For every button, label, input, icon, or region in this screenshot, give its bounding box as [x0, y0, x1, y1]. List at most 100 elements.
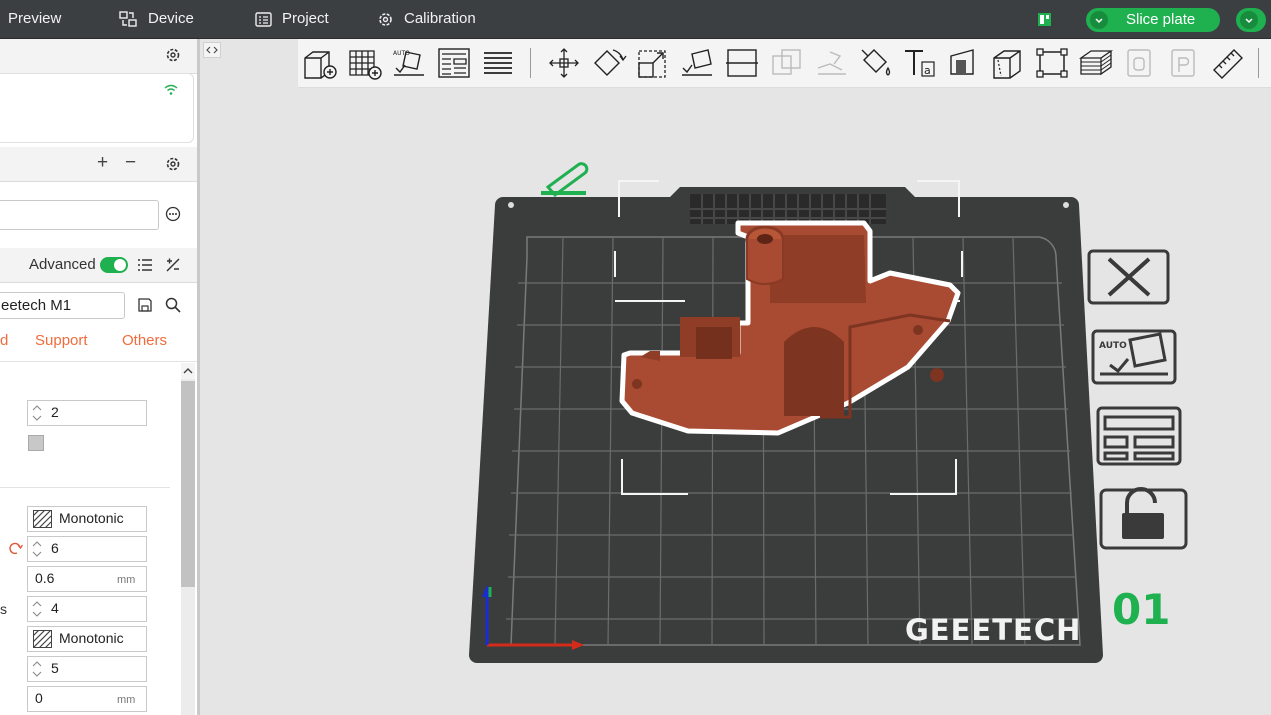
list-icon[interactable]: [137, 258, 153, 272]
settings-sidebar: + − Advanced eetech M1 d Support Others …: [0, 39, 197, 715]
add-plate-icon[interactable]: [347, 46, 383, 80]
boolean-icon: [772, 49, 801, 75]
add-object-icon[interactable]: [302, 46, 338, 80]
delete-plate-button[interactable]: [1087, 249, 1170, 305]
top-thickness-input[interactable]: 0.6 mm: [27, 566, 147, 592]
device-icon: [119, 11, 137, 27]
export-button[interactable]: [1236, 8, 1266, 32]
scroll-up-button[interactable]: [181, 363, 195, 379]
slice-dropdown-icon[interactable]: [1090, 11, 1108, 29]
unit-label: mm: [117, 574, 136, 586]
compare-icon[interactable]: [165, 257, 181, 273]
tab-speed[interactable]: d: [0, 332, 8, 349]
pattern-icon: [33, 630, 52, 648]
top-thickness-value: 0.6: [35, 570, 55, 586]
bottom-thickness-value: 0: [35, 690, 43, 706]
variable-layer-icon[interactable]: [1078, 46, 1114, 80]
calibration-icon: [379, 13, 392, 26]
measure-icon[interactable]: [1210, 46, 1246, 80]
scale-icon[interactable]: [635, 46, 671, 80]
3d-viewport[interactable]: GEEETECH AUTO 01: [200, 87, 1271, 715]
auto-orient-icon[interactable]: AUTO: [392, 46, 428, 80]
tab-device[interactable]: Device: [148, 0, 194, 38]
add-filament-button[interactable]: +: [97, 152, 108, 174]
viewport-corner: [200, 39, 298, 87]
bottom-thickness-input[interactable]: 0 mm: [27, 686, 147, 712]
plate-number: 01: [1112, 585, 1170, 634]
top-layers-value: 6: [51, 540, 59, 556]
layers-icon[interactable]: [480, 46, 516, 80]
wall-loops-input[interactable]: 2: [27, 400, 147, 426]
top-pattern-select[interactable]: Monotonic: [27, 506, 147, 532]
preset-name: eetech M1: [1, 297, 72, 314]
filament-combo[interactable]: [0, 200, 159, 230]
top-pattern-value: Monotonic: [59, 510, 124, 526]
pattern-icon: [33, 510, 52, 528]
plate-name-edit-icon[interactable]: [541, 162, 589, 198]
tab-support[interactable]: Support: [35, 332, 88, 349]
advanced-label: Advanced: [29, 256, 96, 273]
divider: [0, 361, 197, 362]
process-preset-combo[interactable]: eetech M1: [0, 292, 125, 319]
reset-icon[interactable]: [9, 542, 23, 556]
gear-icon[interactable]: [165, 47, 181, 63]
export-dropdown-icon[interactable]: [1240, 11, 1258, 29]
publish-icon: [1171, 49, 1195, 77]
process-section-header: Advanced: [0, 248, 197, 283]
brand-logo: GEEETECH: [905, 613, 1081, 647]
text-icon[interactable]: a: [902, 46, 938, 80]
top-menu-bar: Preview Device Project Calibration Slice…: [0, 0, 1271, 39]
bottom-pattern-value: Monotonic: [59, 630, 124, 646]
tab-others[interactable]: Others: [122, 332, 167, 349]
height-range-icon[interactable]: [946, 46, 982, 80]
collapse-sidebar-button[interactable]: [203, 42, 221, 58]
move-icon[interactable]: [546, 46, 582, 80]
gear-icon[interactable]: [165, 156, 181, 172]
layout-icon[interactable]: [1037, 12, 1052, 27]
detect-wall-checkbox[interactable]: [28, 435, 44, 451]
wifi-icon: [164, 84, 178, 95]
remove-filament-button[interactable]: −: [125, 152, 136, 174]
cut-icon[interactable]: [724, 46, 760, 80]
wall-loops-value: 2: [51, 404, 59, 420]
advanced-toggle[interactable]: [100, 257, 128, 273]
arrange-plate-button[interactable]: [1096, 406, 1182, 466]
svg-text:AUTO: AUTO: [1099, 341, 1127, 351]
arrange-icon[interactable]: [436, 46, 472, 80]
filament-section-header: + −: [0, 147, 197, 182]
3d-toolbar: AUTO a: [298, 39, 1271, 88]
tab-preview[interactable]: Preview: [8, 0, 61, 38]
divider: [0, 487, 170, 488]
fit-view-icon[interactable]: [1034, 46, 1070, 80]
bottom-shell-layers-value: 5: [51, 660, 59, 676]
project-icon: [255, 12, 272, 27]
lay-on-face-icon[interactable]: [680, 46, 716, 80]
auto-orient-plate-button[interactable]: AUTO: [1091, 329, 1177, 385]
bottom-shell-layers-input[interactable]: 5: [27, 656, 147, 682]
search-icon[interactable]: [165, 297, 181, 313]
svg-text:a: a: [924, 64, 931, 77]
lock-plate-button[interactable]: [1099, 487, 1188, 550]
top-layers-input[interactable]: 6: [27, 536, 147, 562]
more-options-icon[interactable]: [165, 206, 181, 222]
tab-calibration[interactable]: Calibration: [404, 0, 476, 38]
bottom-layers-label: s: [0, 601, 7, 617]
unit-label: mm: [117, 694, 136, 706]
bottom-layers-value: 4: [51, 600, 59, 616]
printer-section-header: [0, 39, 197, 74]
slice-plate-button[interactable]: Slice plate: [1086, 8, 1220, 32]
rotate-icon[interactable]: [591, 46, 627, 80]
seam-painting-icon[interactable]: [990, 46, 1026, 80]
divider: [1258, 48, 1259, 78]
divider: [530, 48, 531, 78]
svg-text:AUTO: AUTO: [393, 50, 410, 57]
color-paint-icon[interactable]: [858, 46, 894, 80]
bottom-pattern-select[interactable]: Monotonic: [27, 626, 147, 652]
bottom-layers-input[interactable]: 4: [27, 596, 147, 622]
scrollbar-thumb[interactable]: [181, 381, 195, 587]
save-icon[interactable]: [138, 298, 152, 312]
tab-project[interactable]: Project: [282, 0, 329, 38]
printer-card[interactable]: [0, 73, 194, 143]
reset-page-icon: [1127, 49, 1151, 77]
support-paint-icon: [817, 51, 846, 75]
